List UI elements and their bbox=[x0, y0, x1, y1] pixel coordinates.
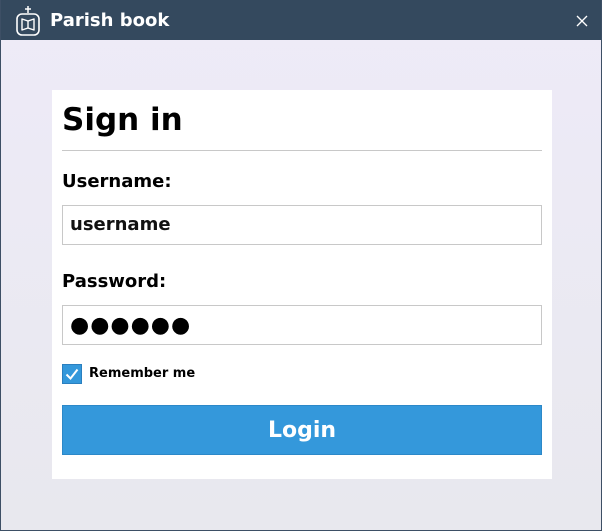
sign-in-card: Sign in Username: username Password: ●●●… bbox=[52, 90, 552, 479]
page-title: Sign in bbox=[62, 102, 183, 138]
username-field[interactable]: username bbox=[62, 205, 542, 245]
login-button[interactable]: Login bbox=[62, 405, 542, 455]
window-title: Parish book bbox=[50, 10, 170, 31]
login-window: Parish book Sign in Username: username P… bbox=[0, 0, 602, 531]
title-bar: Parish book bbox=[1, 0, 601, 40]
password-field[interactable]: ●●●●●● bbox=[62, 305, 542, 345]
login-button-label: Login bbox=[267, 418, 337, 443]
password-label: Password: bbox=[62, 271, 167, 292]
username-value: username bbox=[70, 214, 171, 235]
remember-me-checkbox[interactable] bbox=[62, 364, 82, 384]
remember-me-label[interactable]: Remember me bbox=[89, 366, 195, 382]
book-cross-icon bbox=[16, 6, 40, 36]
checkmark-icon bbox=[65, 368, 79, 381]
close-icon[interactable] bbox=[572, 11, 592, 31]
username-label: Username: bbox=[62, 171, 172, 192]
divider bbox=[62, 150, 542, 151]
password-mask: ●●●●●● bbox=[70, 313, 192, 338]
